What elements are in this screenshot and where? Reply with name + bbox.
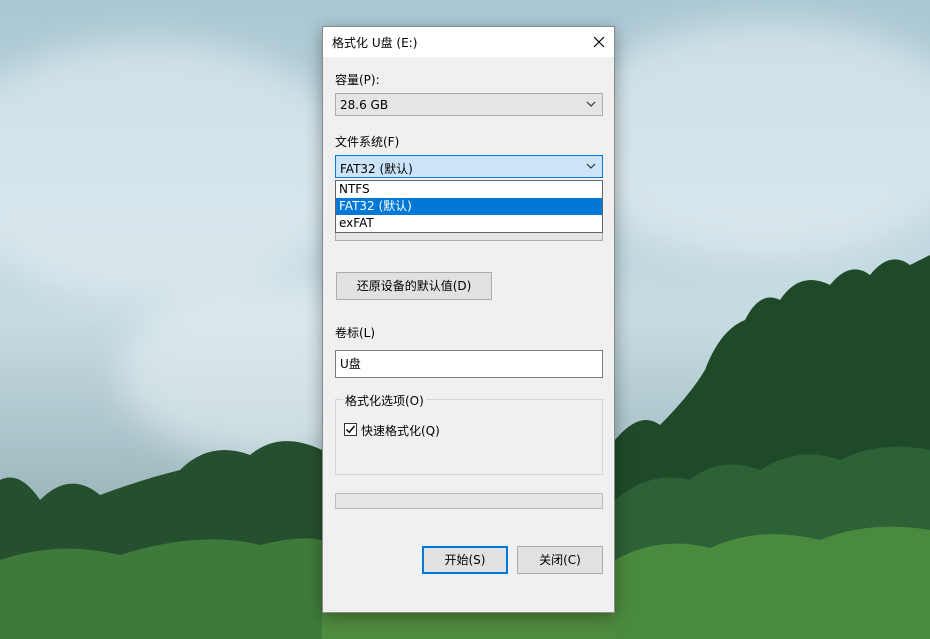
- close-dialog-button[interactable]: 关闭(C): [517, 546, 603, 574]
- restore-defaults-button[interactable]: 还原设备的默认值(D): [336, 272, 492, 300]
- capacity-label: 容量(P):: [335, 73, 380, 87]
- capacity-select[interactable]: 28.6 GB: [335, 93, 603, 116]
- volume-label: 卷标(L): [335, 326, 376, 340]
- quick-format-label[interactable]: 快速格式化(Q): [361, 422, 440, 439]
- chevron-down-icon: [586, 163, 596, 169]
- chevron-down-icon: [586, 101, 596, 107]
- filesystem-dropdown-list: NTFS FAT32 (默认) exFAT: [335, 180, 603, 233]
- filesystem-select[interactable]: FAT32 (默认): [335, 155, 603, 178]
- checkmark-icon: [346, 425, 356, 434]
- format-options-title: 格式化选项(O): [343, 392, 426, 409]
- dialog-title: 格式化 U盘 (E:): [332, 36, 418, 50]
- dropdown-option-ntfs[interactable]: NTFS: [336, 181, 602, 198]
- filesystem-value: FAT32 (默认): [340, 162, 413, 176]
- start-button[interactable]: 开始(S): [422, 546, 508, 574]
- dropdown-option-fat32[interactable]: FAT32 (默认): [336, 198, 602, 215]
- close-button[interactable]: [584, 27, 614, 57]
- capacity-value: 28.6 GB: [340, 98, 389, 112]
- close-icon: [593, 36, 605, 48]
- title-bar: 格式化 U盘 (E:): [323, 27, 614, 57]
- format-options-group: 格式化选项(O) 快速格式化(Q): [335, 392, 603, 475]
- dropdown-option-exfat[interactable]: exFAT: [336, 215, 602, 232]
- volume-label-input[interactable]: U盘: [335, 350, 603, 378]
- quick-format-checkbox[interactable]: [344, 423, 357, 436]
- format-dialog: 格式化 U盘 (E:) 容量(P): 28.6 GB 文件系统(F) FAT32…: [322, 26, 615, 613]
- filesystem-label: 文件系统(F): [335, 135, 400, 149]
- format-progress-bar: [335, 493, 603, 509]
